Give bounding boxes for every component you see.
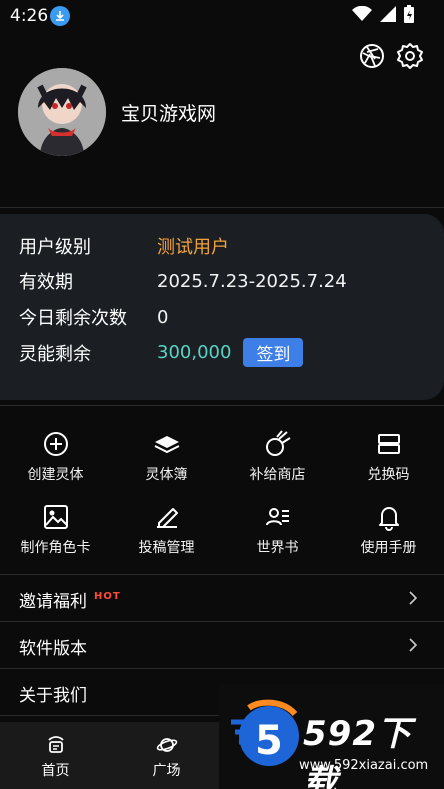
grid-item-book[interactable]: 灵体簿 [111, 430, 222, 484]
person-list-icon [265, 508, 289, 526]
comet-icon [265, 430, 291, 456]
grid-item-create[interactable]: 创建灵体 [0, 430, 111, 484]
battery-icon [404, 5, 414, 23]
plus-circle-icon [43, 432, 68, 456]
list-item-label: 关于我们 [19, 686, 87, 706]
info-row-level: 用户级别 测试用户 [19, 233, 229, 259]
validity-label: 有效期 [19, 272, 73, 293]
wifi-icon [352, 6, 372, 21]
grid-item-label: 世界书 [256, 540, 299, 556]
chevron-right-icon [409, 591, 418, 605]
level-label: 用户级别 [19, 237, 91, 258]
grid-item-label: 补给商店 [249, 467, 306, 483]
energy-label: 灵能剩余 [19, 343, 91, 365]
username: 宝贝游戏网 [121, 102, 217, 125]
top-actions [358, 42, 424, 70]
info-row-remaining: 今日剩余次数 0 [19, 304, 168, 330]
watermark-brand: 592下载 [303, 714, 412, 789]
grid-item-label: 创建灵体 [27, 467, 84, 483]
shutter-icon[interactable] [358, 42, 386, 70]
gear-icon[interactable] [396, 42, 424, 70]
list-item-invite[interactable]: 邀请福利 HOT [0, 575, 444, 622]
grid-item-label: 投稿管理 [138, 540, 195, 556]
grid-item-redeem[interactable]: 兑换码 [333, 430, 444, 484]
avatar[interactable] [18, 68, 106, 156]
watermark-emblem: 5 [231, 699, 299, 766]
tab-home[interactable]: 首页 [0, 734, 111, 780]
grid-item-label: 制作角色卡 [20, 540, 91, 556]
profile-header: 宝贝游戏网 [18, 68, 216, 156]
tab-square[interactable]: 广场 [111, 734, 222, 780]
grid-item-label: 使用手册 [360, 540, 417, 556]
energy-value: 300,000 [157, 342, 232, 363]
chevron-right-icon [409, 638, 418, 652]
divider [0, 207, 444, 208]
list-item-version[interactable]: 软件版本 [0, 622, 444, 669]
grid-item-worldbook[interactable]: 世界书 [222, 503, 333, 557]
book-icon [154, 436, 179, 454]
image-icon [43, 505, 68, 529]
list-item-label: 软件版本 [19, 639, 87, 659]
remaining-label: 今日剩余次数 [19, 308, 127, 329]
status-bar: 4:26 [0, 0, 444, 32]
home-icon [47, 736, 64, 753]
account-info-card: 用户级别 测试用户 有效期 2025.7.23-2025.7.24 今日剩余次数… [0, 214, 444, 400]
checkin-button[interactable]: 签到 [243, 338, 304, 367]
watermark-url: www.592xiazai.com [299, 758, 429, 773]
grid-item-make-card[interactable]: 制作角色卡 [0, 503, 111, 557]
remaining-value: 0 [157, 306, 169, 328]
level-value: 测试用户 [157, 237, 229, 258]
svg-text:5: 5 [255, 718, 283, 764]
info-row-energy: 灵能剩余 300,000 签到 [19, 338, 304, 367]
watermark-logo: 5 592下载 www.592xiazai.com [219, 684, 444, 789]
grid-item-submissions[interactable]: 投稿管理 [111, 503, 222, 557]
ticket-icon [377, 434, 400, 454]
grid-item-shop[interactable]: 补给商店 [222, 430, 333, 484]
status-time: 4:26 [10, 6, 49, 26]
grid-item-label: 兑换码 [367, 467, 410, 483]
hot-badge: HOT [94, 591, 121, 602]
tab-label: 首页 [41, 763, 70, 779]
tab-label: 广场 [152, 763, 181, 779]
edit-icon [156, 508, 178, 528]
grid-item-manual[interactable]: 使用手册 [333, 503, 444, 557]
list-item-label: 邀请福利 [19, 592, 87, 612]
system-icons [352, 5, 414, 23]
grid-item-label: 灵体簿 [145, 467, 188, 483]
info-row-validity: 有效期 2025.7.23-2025.7.24 [19, 268, 347, 294]
download-icon [50, 6, 70, 26]
planet-icon [156, 738, 177, 752]
bell-icon [378, 507, 399, 531]
divider [0, 405, 444, 406]
validity-value: 2025.7.23-2025.7.24 [157, 270, 347, 292]
signal-icon [380, 6, 396, 22]
